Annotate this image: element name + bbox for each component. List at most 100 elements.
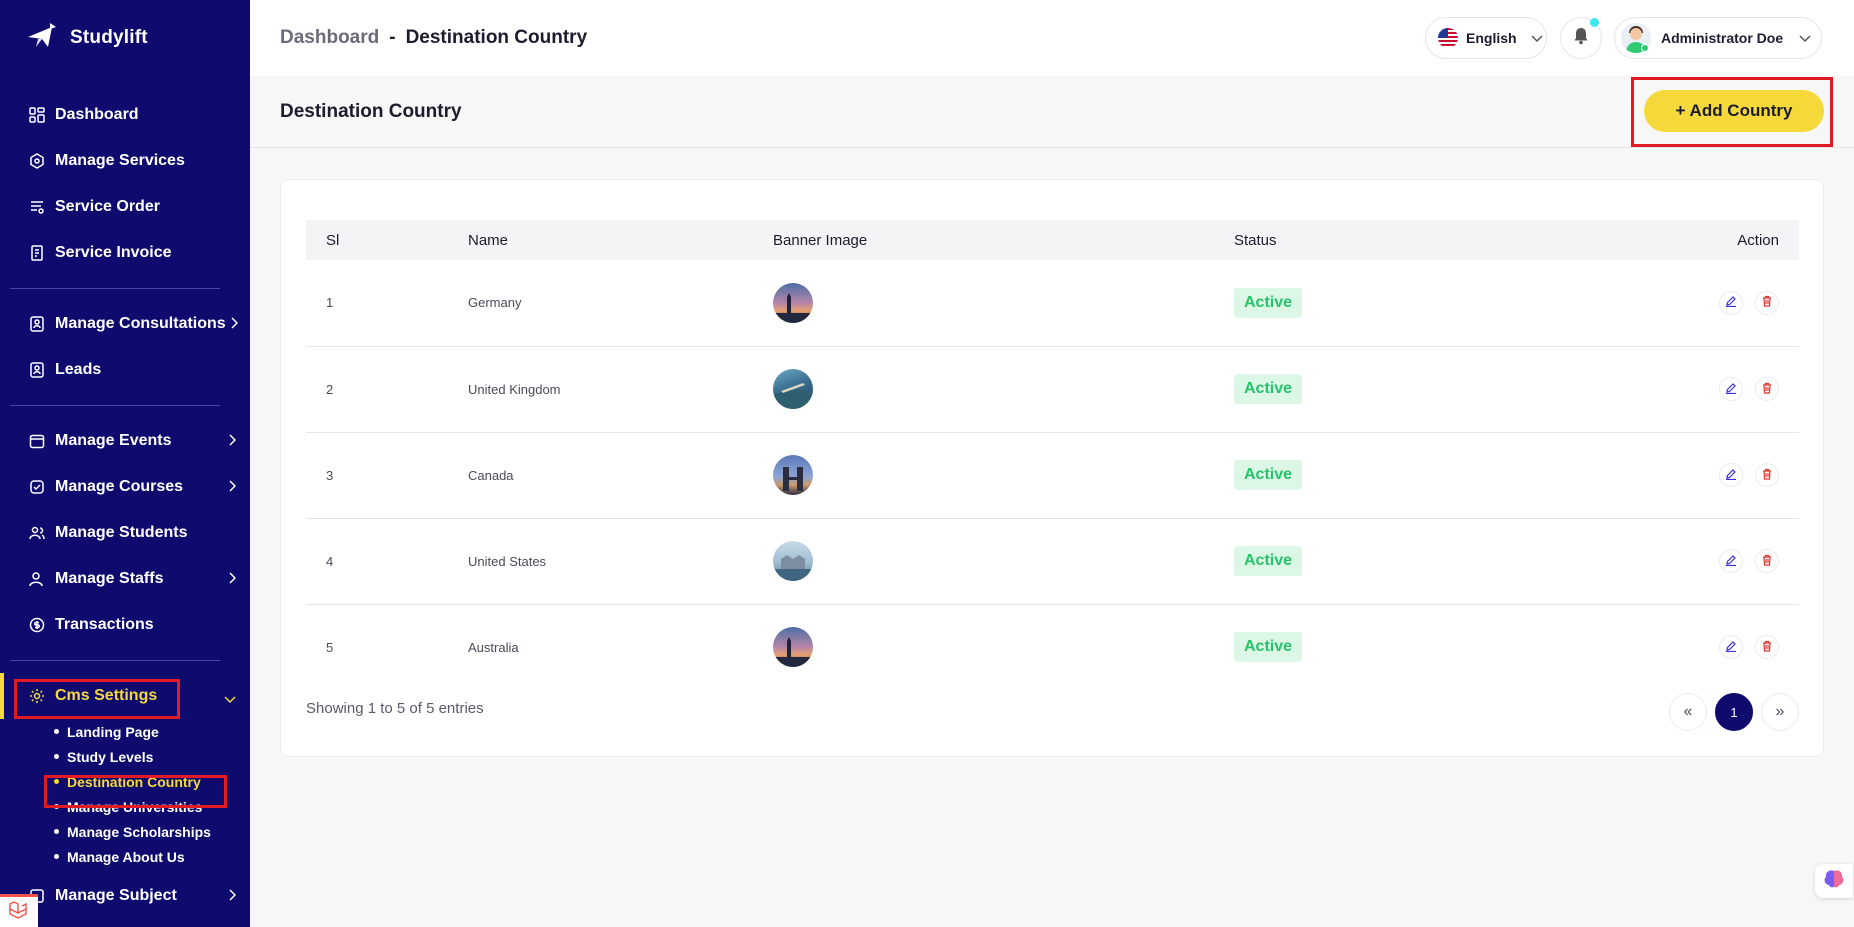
services-icon [28,152,46,170]
sidebar-item-manage-events[interactable]: Manage Events [0,418,250,464]
delete-button[interactable] [1755,463,1779,487]
sidebar-divider [10,660,220,661]
sidebar-item-label: Manage Events [55,432,172,449]
sidebar-item-label: Manage Services [55,152,185,169]
laravel-icon [8,899,30,926]
sidebar-item-label: Manage Subject [55,887,177,904]
chevron-down-icon [224,691,236,709]
user-name: Administrator Doe [1661,30,1784,46]
sidebar-item-transactions[interactable]: Transactions [0,602,250,648]
sidebar: Studylift Dashboard Manage Services Serv… [0,0,250,927]
pagination-prev[interactable]: « [1669,693,1707,731]
countries-card: Sl Name Banner Image Status Action 1 Ger… [280,179,1824,757]
submenu-label: Manage Scholarships [67,823,211,840]
row-sl: 1 [326,295,334,311]
sidebar-item-service-order[interactable]: Service Order [0,184,250,230]
leads-icon [28,361,46,379]
delete-button[interactable] [1755,377,1779,401]
status-badge: Active [1234,632,1303,663]
row-sl: 5 [326,639,334,655]
submenu-item-study-levels[interactable]: Study Levels [54,744,250,769]
chevron-down-icon [1531,30,1543,46]
bullet-icon [54,854,59,859]
highlight-box [1631,77,1833,147]
calendar-icon [28,432,46,450]
edit-button[interactable] [1719,635,1743,660]
table-row: 3 Canada Active [306,432,1799,518]
trash-icon [1761,554,1773,569]
pagination-page[interactable]: 1 [1715,693,1753,731]
laravel-debug-tab[interactable] [0,894,38,927]
column-header-action: Action [1737,231,1779,249]
online-status-dot [1641,44,1649,52]
sidebar-item-label: Manage Staffs [55,570,164,587]
edit-button[interactable] [1719,549,1743,573]
sidebar-divider [10,405,220,406]
students-icon [28,524,46,542]
chevron-right-icon [228,888,237,906]
pagination: « 1 » [1669,693,1799,731]
edit-button[interactable] [1719,290,1743,315]
sidebar-item-service-invoice[interactable]: Service Invoice [0,230,250,276]
status-badge: Active [1234,374,1303,404]
edit-icon [1725,554,1737,569]
chevron-right-icon [228,433,237,451]
sidebar-item-label: Transactions [55,616,154,633]
bullet-icon [54,829,59,834]
dashboard-icon [28,106,46,124]
table-row: 4 United States Active [306,518,1799,604]
graduation-cap-logo-icon [26,21,62,56]
delete-button[interactable] [1755,635,1779,660]
trash-icon [1761,295,1773,310]
brand[interactable]: Studylift [0,0,250,76]
language-selector[interactable]: English [1425,17,1547,59]
table-row: 1 Germany Active [306,260,1799,346]
breadcrumb-current: Destination Country [405,27,588,48]
highlight-box [14,679,180,719]
sidebar-item-manage-students[interactable]: Manage Students [0,510,250,556]
trash-icon [1761,382,1773,397]
consultation-icon [28,315,46,333]
submenu-item-manage-scholarships[interactable]: Manage Scholarships [54,819,250,844]
page-header: Destination Country + Add Country [250,76,1854,148]
delete-button[interactable] [1755,549,1779,573]
edit-icon [1725,382,1737,397]
assistant-widget[interactable] [1815,864,1853,898]
bell-icon [1573,27,1589,50]
sidebar-item-label: Leads [55,361,102,378]
banner-thumbnail [773,455,813,495]
column-header-status: Status [1234,231,1277,249]
sidebar-item-dashboard[interactable]: Dashboard [0,92,250,138]
submenu-item-manage-about-us[interactable]: Manage About Us [54,844,250,869]
banner-thumbnail [773,627,813,668]
chevron-down-icon [1799,30,1811,46]
sidebar-item-leads[interactable]: Leads [0,347,250,393]
sidebar-item-manage-services[interactable]: Manage Services [0,138,250,184]
page-title: Destination Country [280,100,462,122]
edit-icon [1725,295,1737,310]
banner-thumbnail [773,369,813,409]
sidebar-item-manage-staffs[interactable]: Manage Staffs [0,556,250,602]
column-header-sl: Sl [326,231,340,249]
delete-button[interactable] [1755,290,1779,315]
sidebar-item-label: Dashboard [55,106,139,123]
sidebar-item-manage-consultations[interactable]: Manage Consultations [0,301,250,347]
pagination-next[interactable]: » [1761,693,1799,731]
sidebar-item-label: Manage Consultations [55,315,226,332]
submenu-item-landing-page[interactable]: Landing Page [54,719,250,744]
banner-thumbnail [773,282,813,323]
row-sl: 4 [326,553,334,569]
edit-button[interactable] [1719,377,1743,401]
countries-table: Sl Name Banner Image Status Action 1 Ger… [306,220,1799,690]
sidebar-item-manage-courses[interactable]: Manage Courses [0,464,250,510]
breadcrumb-root[interactable]: Dashboard [280,27,379,49]
sidebar-item-label: Service Order [55,198,160,215]
user-menu[interactable]: Administrator Doe [1614,17,1822,59]
edit-button[interactable] [1719,463,1743,487]
submenu-label: Manage About Us [67,848,185,865]
row-sl: 2 [326,381,334,397]
notifications-button[interactable] [1560,17,1602,59]
status-badge: Active [1234,287,1303,318]
row-sl: 3 [326,467,334,483]
active-indicator [0,673,4,719]
